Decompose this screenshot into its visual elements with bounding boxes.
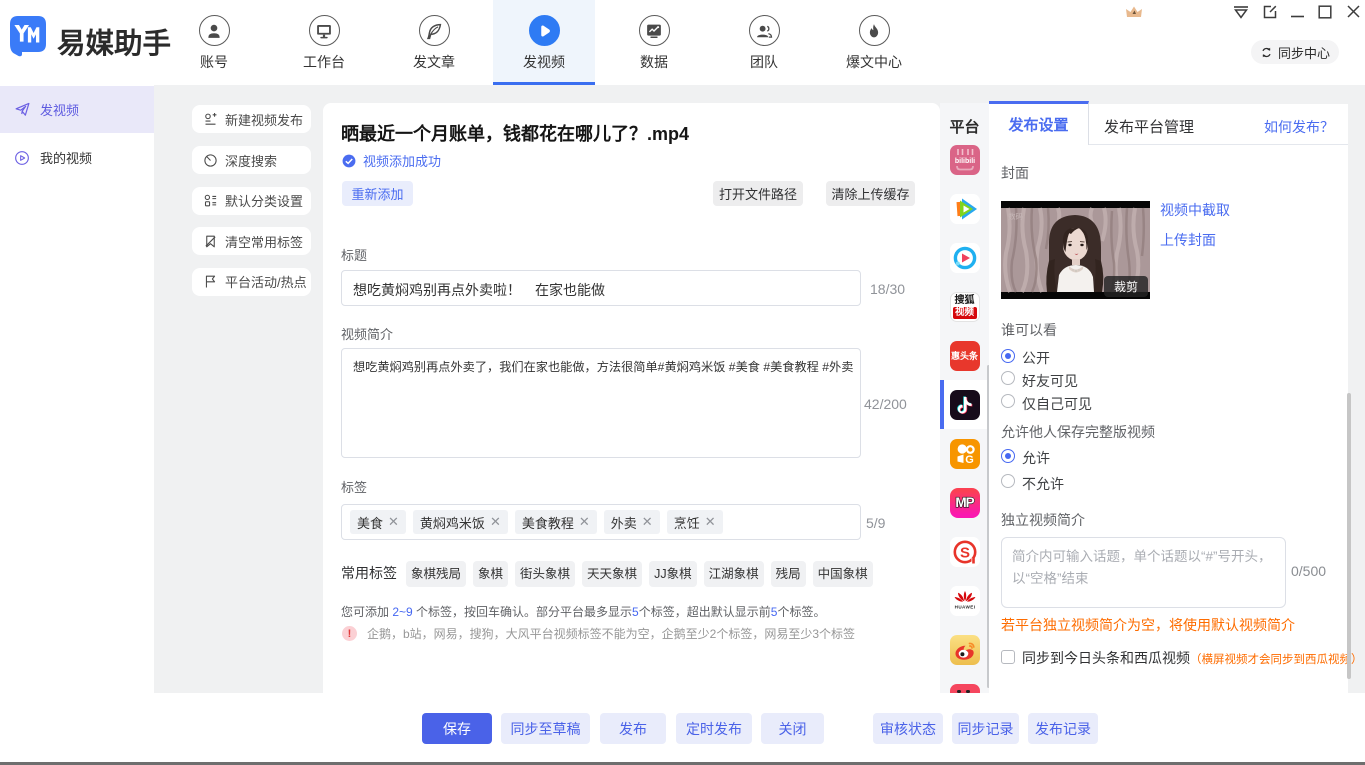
svg-text:bilibili: bilibili xyxy=(954,158,974,165)
svg-text:裁剪: 裁剪 xyxy=(1114,279,1138,294)
svg-text:G: G xyxy=(965,454,974,466)
svg-text:HUAWEI: HUAWEI xyxy=(954,604,975,609)
svg-text:S: S xyxy=(959,544,969,561)
svg-text:数码: 数码 xyxy=(1008,211,1023,221)
